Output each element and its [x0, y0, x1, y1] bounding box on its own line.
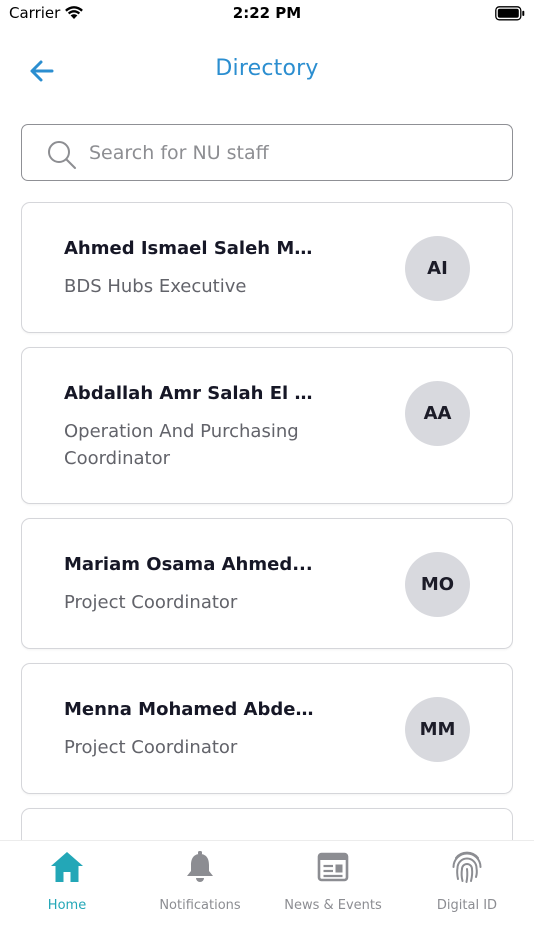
- bell-icon: [187, 851, 213, 882]
- search-input[interactable]: [89, 138, 489, 168]
- battery-icon: [495, 6, 525, 25]
- tab-label: Digital ID: [436, 898, 498, 913]
- avatar: MO: [405, 552, 470, 617]
- staff-name: Abdallah Amr Salah El Di...: [64, 383, 318, 404]
- fingerprint-icon: [452, 851, 482, 883]
- tab-label: News & Events: [284, 898, 382, 913]
- tab-notifications[interactable]: Notifications: [133, 849, 267, 925]
- avatar: AI: [405, 236, 470, 301]
- newspaper-icon: [317, 852, 349, 882]
- staff-role: Project Coordinator: [64, 592, 238, 613]
- search-bar[interactable]: [21, 124, 513, 181]
- staff-name: Mariam Osama Ahmed...: [64, 554, 313, 575]
- avatar: AA: [405, 381, 470, 446]
- tab-home[interactable]: Home: [0, 849, 134, 925]
- tab-bar: Home Notifications News & Events Digital…: [0, 840, 534, 950]
- staff-card[interactable]: [21, 808, 513, 840]
- staff-role: BDS Hubs Executive: [64, 276, 247, 297]
- staff-name: Menna Mohamed Abdel...: [64, 699, 318, 720]
- search-icon: [47, 140, 77, 174]
- staff-card[interactable]: Abdallah Amr Salah El Di... Operation An…: [21, 347, 513, 504]
- tab-label: Home: [47, 898, 87, 913]
- staff-role: Operation And Purchasing Coordinator: [64, 421, 299, 469]
- staff-name: Ahmed Ismael Saleh Mo...: [64, 238, 318, 259]
- clock: 2:22 PM: [232, 4, 302, 22]
- home-icon: [51, 852, 83, 882]
- tab-news-events[interactable]: News & Events: [266, 849, 400, 925]
- tab-label: Notifications: [159, 898, 241, 913]
- avatar: MM: [405, 697, 470, 762]
- staff-role: Project Coordinator: [64, 737, 238, 758]
- staff-list[interactable]: Ahmed Ismael Saleh Mo... BDS Hubs Execut…: [21, 202, 513, 840]
- staff-card[interactable]: Mariam Osama Ahmed... Project Coordinato…: [21, 518, 513, 649]
- page-title: Directory: [215, 56, 319, 81]
- staff-card[interactable]: Ahmed Ismael Saleh Mo... BDS Hubs Execut…: [21, 202, 513, 333]
- status-bar: Carrier 2:22 PM: [0, 0, 534, 30]
- tab-digital-id[interactable]: Digital ID: [400, 849, 534, 925]
- staff-card[interactable]: Menna Mohamed Abdel... Project Coordinat…: [21, 663, 513, 794]
